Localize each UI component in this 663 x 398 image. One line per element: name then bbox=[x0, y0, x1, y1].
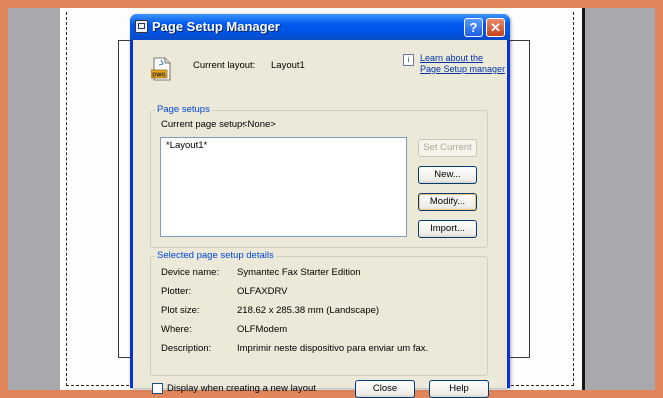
dialog-titlebar[interactable]: Page Setup Manager ? ✕ bbox=[130, 14, 510, 40]
learn-about-page-setup-link[interactable]: Learn about the Page Setup manager bbox=[420, 53, 510, 75]
list-item[interactable]: *Layout1* bbox=[166, 140, 207, 151]
learn-link-line1[interactable]: Learn about the bbox=[420, 53, 510, 64]
where-value: OLFModem bbox=[237, 324, 288, 335]
page-setups-legend: Page setups bbox=[155, 104, 212, 115]
titlebar-close-button[interactable]: ✕ bbox=[486, 18, 505, 37]
page-setup-details-group: Selected page setup details Device name:… bbox=[150, 250, 488, 376]
page-setups-list[interactable]: *Layout1* bbox=[160, 137, 407, 237]
titlebar-help-button[interactable]: ? bbox=[464, 18, 483, 37]
details-legend: Selected page setup details bbox=[155, 250, 276, 261]
plotter-label: Plotter: bbox=[161, 286, 192, 297]
dialog-title: Page Setup Manager bbox=[152, 19, 280, 34]
help-button[interactable]: Help bbox=[429, 380, 489, 398]
device-name-value: Symantec Fax Starter Edition bbox=[237, 267, 361, 278]
where-label: Where: bbox=[161, 324, 192, 335]
description-value: Imprimir neste dispositivo para enviar u… bbox=[237, 343, 429, 354]
new-button[interactable]: New... bbox=[418, 166, 477, 184]
device-name-label: Device name: bbox=[161, 267, 220, 278]
plot-size-label: Plot size: bbox=[161, 305, 200, 316]
page-setups-group: Page setups Current page setup: <None> *… bbox=[150, 104, 488, 248]
close-button[interactable]: Close bbox=[355, 380, 415, 398]
dialog-client-area: DWG Current layout: Layout1 i Learn abou… bbox=[133, 40, 510, 398]
left-margin-panel bbox=[8, 8, 60, 390]
dwg-file-icon: DWG bbox=[151, 57, 171, 81]
plotter-value: OLFAXDRV bbox=[237, 286, 288, 297]
current-page-setup-label: Current page setup: bbox=[161, 119, 245, 130]
printable-area-right bbox=[573, 12, 574, 386]
learn-link-line2[interactable]: Page Setup manager bbox=[420, 64, 510, 75]
current-page-setup-value: <None> bbox=[242, 119, 276, 130]
display-on-new-layout-label[interactable]: Display when creating a new layout bbox=[167, 383, 316, 394]
current-layout-label: Current layout: bbox=[193, 60, 256, 71]
modify-button[interactable]: Modify... bbox=[418, 193, 477, 211]
page-setup-manager-dialog: Page Setup Manager ? ✕ DWG Current layou… bbox=[130, 14, 510, 398]
info-icon: i bbox=[403, 54, 414, 66]
right-margin-panel bbox=[582, 8, 655, 390]
import-button[interactable]: Import... bbox=[418, 220, 477, 238]
printable-area-left bbox=[66, 12, 67, 386]
plot-size-value: 218.62 x 285.38 mm (Landscape) bbox=[237, 305, 380, 316]
app-icon bbox=[135, 20, 148, 33]
dwg-icon-text: DWG bbox=[152, 73, 165, 79]
set-current-button[interactable]: Set Current bbox=[418, 139, 477, 157]
display-on-new-layout-checkbox[interactable] bbox=[152, 383, 163, 394]
description-label: Description: bbox=[161, 343, 212, 354]
current-layout-value: Layout1 bbox=[271, 60, 305, 71]
